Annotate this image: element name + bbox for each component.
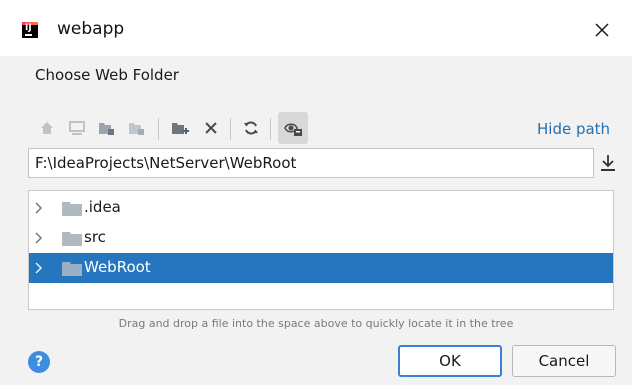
download-button[interactable] xyxy=(598,152,618,174)
help-button[interactable]: ? xyxy=(28,351,50,373)
path-field[interactable] xyxy=(28,148,594,178)
tree-item-idea[interactable]: .idea xyxy=(29,193,613,223)
intellij-idea-icon: IJ xyxy=(22,22,38,38)
project-folder-icon xyxy=(99,123,114,135)
path-input[interactable] xyxy=(29,149,593,177)
file-tree[interactable]: .idea src WebRoot xyxy=(28,190,614,310)
tree-item-label: .idea xyxy=(84,198,121,216)
download-icon xyxy=(601,155,615,171)
close-button[interactable] xyxy=(592,20,612,40)
folder-icon xyxy=(62,232,82,246)
tree-item-webroot[interactable]: WebRoot xyxy=(29,253,613,283)
refresh-icon xyxy=(244,121,258,135)
new-folder-button[interactable] xyxy=(168,112,194,144)
delete-button[interactable] xyxy=(198,112,224,144)
chevron-right-icon[interactable] xyxy=(33,201,45,215)
help-icon: ? xyxy=(34,354,44,370)
chevron-right-icon[interactable] xyxy=(33,231,45,245)
title-bar: IJ webapp xyxy=(0,0,632,56)
ok-button[interactable]: OK xyxy=(398,345,502,377)
module-folder-icon xyxy=(129,123,144,135)
hide-path-link[interactable]: Hide path xyxy=(537,120,610,138)
desktop-icon xyxy=(69,121,85,135)
folder-icon xyxy=(62,202,82,216)
home-button[interactable] xyxy=(34,112,60,144)
cancel-button[interactable]: Cancel xyxy=(512,345,616,377)
home-icon xyxy=(41,122,53,134)
toolbar: Hide path xyxy=(28,112,632,146)
chevron-right-icon[interactable] xyxy=(33,261,45,275)
show-hidden-files-button[interactable] xyxy=(278,112,308,144)
delete-icon xyxy=(205,122,217,134)
folder-icon xyxy=(62,262,82,276)
drag-drop-hint: Drag and drop a file into the space abov… xyxy=(118,317,514,330)
desktop-button[interactable] xyxy=(64,112,90,144)
tree-item-label: WebRoot xyxy=(84,258,151,276)
close-icon xyxy=(595,23,609,37)
tree-item-src[interactable]: src xyxy=(29,223,613,253)
project-folder-button[interactable] xyxy=(94,112,120,144)
show-hidden-files-icon xyxy=(284,123,302,136)
module-folder-button[interactable] xyxy=(124,112,150,144)
dialog-header: Choose Web Folder xyxy=(35,66,179,84)
refresh-button[interactable] xyxy=(238,112,264,144)
window-title: webapp xyxy=(57,19,125,39)
tree-item-label: src xyxy=(84,228,106,246)
new-folder-icon xyxy=(172,123,189,134)
